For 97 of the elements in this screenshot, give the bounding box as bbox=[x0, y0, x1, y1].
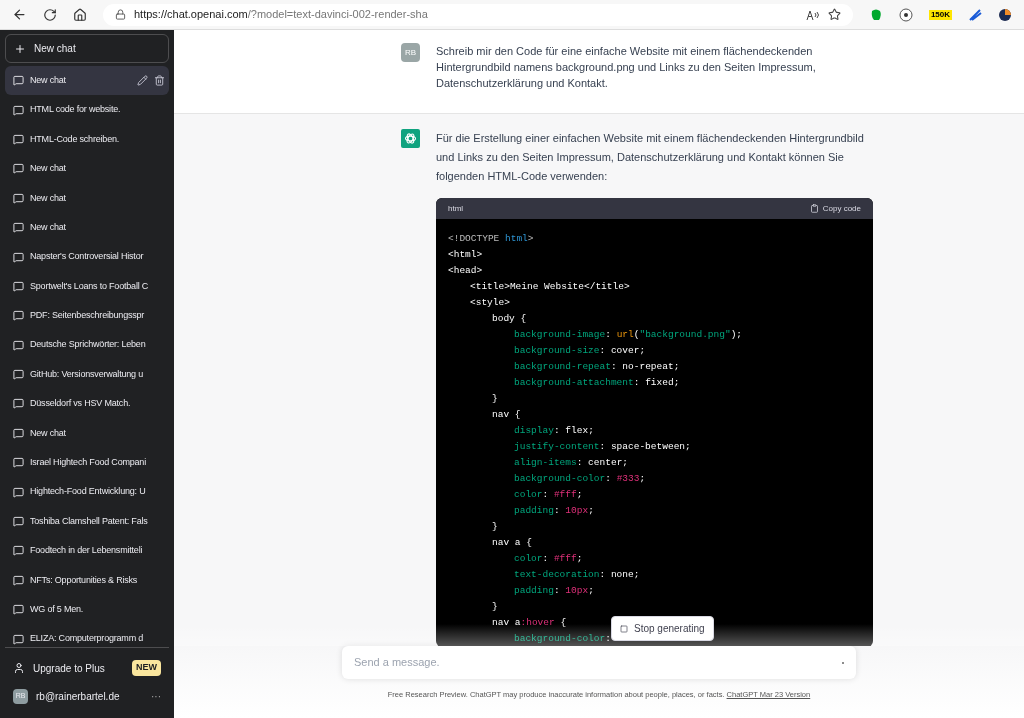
chat-history-item[interactable]: New chat bbox=[5, 418, 169, 449]
chat-icon bbox=[13, 369, 24, 381]
code-line: <html> bbox=[448, 248, 483, 262]
chat-history-item[interactable]: Israel Hightech Food Compani bbox=[5, 448, 169, 478]
code-language-label: html bbox=[448, 202, 464, 215]
user-icon bbox=[13, 662, 25, 674]
reload-icon[interactable] bbox=[43, 7, 57, 22]
chat-icon bbox=[13, 339, 24, 351]
code-line: <style> bbox=[470, 296, 510, 310]
chat-icon bbox=[13, 75, 24, 87]
chat-history-item[interactable]: NFTs: Opportunities & Risks bbox=[5, 565, 169, 596]
chat-history-item[interactable]: HTML code for website. bbox=[5, 95, 169, 125]
code-line: nav a { bbox=[492, 536, 532, 550]
chat-history-item[interactable]: New chat bbox=[5, 66, 169, 96]
chat-icon bbox=[13, 545, 24, 557]
chat-icon bbox=[13, 486, 24, 498]
code-line: } bbox=[492, 520, 498, 534]
user-avatar: RB bbox=[401, 43, 420, 62]
chat-history-item[interactable]: Sportwelt's Loans to Football C bbox=[5, 271, 169, 302]
favorite-icon[interactable] bbox=[827, 8, 841, 21]
chat-icon bbox=[13, 633, 24, 645]
back-icon[interactable] bbox=[12, 7, 27, 22]
chat-history-item[interactable]: Napster's Controversial Histor bbox=[5, 242, 169, 272]
code-line: justify-content: space-between; bbox=[514, 440, 691, 454]
chat-icon bbox=[13, 192, 24, 204]
chat-icon bbox=[13, 457, 24, 469]
message-input[interactable]: Send a message. bbox=[342, 646, 856, 679]
chat-history-item[interactable]: ELIZA: Computerprogramm d bbox=[5, 624, 169, 647]
stop-generating-button[interactable]: Stop generating bbox=[611, 616, 714, 641]
code-line: background-size: cover; bbox=[514, 344, 646, 358]
new-chat-button[interactable]: New chat bbox=[5, 34, 169, 63]
code-line: background-repeat: no-repeat; bbox=[514, 360, 680, 374]
chat-icon bbox=[13, 104, 24, 116]
chat-history-item[interactable]: New chat bbox=[5, 212, 169, 243]
pen-icon[interactable] bbox=[968, 7, 982, 22]
assistant-logo-icon bbox=[401, 129, 420, 148]
circle-icon[interactable] bbox=[898, 7, 913, 22]
code-line: } bbox=[492, 392, 498, 406]
edit-icon[interactable] bbox=[137, 75, 148, 87]
code-line: background-color: bbox=[514, 632, 611, 646]
code-line: align-items: center; bbox=[514, 456, 629, 470]
chat-history-item[interactable]: WG of 5 Men. bbox=[5, 595, 169, 625]
chat-icon bbox=[13, 133, 24, 145]
code-line: display: flex; bbox=[514, 424, 594, 438]
chat-history-item[interactable]: PDF: Seitenbeschreibungsspr bbox=[5, 301, 169, 331]
chat-icon bbox=[13, 574, 24, 586]
chat-icon bbox=[13, 398, 24, 410]
chat-icon bbox=[13, 251, 24, 263]
code-line: nav { bbox=[492, 408, 521, 422]
chat-history-item[interactable]: Hightech-Food Entwicklung: U bbox=[5, 477, 169, 507]
delete-icon[interactable] bbox=[154, 75, 165, 87]
chat-history-item[interactable]: GitHub: Versionsverwaltung u bbox=[5, 359, 169, 390]
code-line: padding: 10px; bbox=[514, 504, 594, 518]
chat-history-item[interactable]: Foodtech in der Lebensmitteli bbox=[5, 536, 169, 566]
address-bar[interactable]: https://chat.openai.com/?model=text-davinci-002-render-sha bbox=[103, 3, 853, 26]
code-line: background-image: url("background.png"); bbox=[514, 328, 743, 342]
code-line: <title>Meine Website</title> bbox=[470, 280, 630, 294]
stop-icon bbox=[620, 624, 628, 633]
chat-icon bbox=[13, 310, 24, 322]
code-line: padding: 10px; bbox=[514, 584, 594, 598]
chat-icon bbox=[13, 222, 24, 234]
plus-icon bbox=[14, 42, 26, 55]
message-input-field[interactable]: Send a message. bbox=[354, 654, 842, 671]
chat-history-item[interactable]: Toshiba Clamshell Patent: Fals bbox=[5, 506, 169, 537]
chat-history-item[interactable]: New chat bbox=[5, 154, 169, 184]
message-text: Für die Erstellung einer einfachen Website mit einem flächendeckenden Hintergrundbild und Links zu den Seiten Impressum, Datenschutzerklärung und Kontakt können Sie folgenden HTML-Code verwenden: bbox=[436, 131, 865, 184]
chat-icon bbox=[13, 604, 24, 616]
chat-icon bbox=[13, 163, 24, 175]
url-text: https://chat.openai.com/?model=text-davinci-002-render-sha bbox=[134, 7, 428, 23]
copy-code-button[interactable]: Copy code bbox=[809, 202, 861, 215]
new-badge: NEW bbox=[132, 660, 161, 676]
code-line: <!DOCTYPE html> bbox=[448, 232, 534, 246]
message-text: Schreib mir den Code für eine einfache Website mit einem flächendeckenden Hintergrundbild namens background.png und Links zu den Seiten Impressum, Datenschutzerklärung und Kontakt. bbox=[436, 44, 817, 91]
chat-icon bbox=[13, 516, 24, 528]
clipboard-icon bbox=[809, 204, 819, 213]
chat-icon bbox=[13, 280, 24, 292]
code-line: text-decoration: none; bbox=[514, 568, 640, 582]
more-menu[interactable]: ··· bbox=[151, 688, 161, 704]
upgrade-item[interactable]: Upgrade to Plus NEW bbox=[5, 654, 169, 682]
circle-logo-icon[interactable] bbox=[998, 7, 1012, 22]
code-line: <head> bbox=[448, 264, 483, 278]
lock-icon bbox=[115, 9, 126, 20]
code-line: color: #fff; bbox=[514, 552, 583, 566]
code-line: background-color: #333; bbox=[514, 472, 646, 486]
code-line: } bbox=[492, 600, 498, 614]
chat-icon bbox=[13, 427, 24, 439]
extension-badge[interactable]: 150K bbox=[928, 9, 952, 20]
chat-history-item[interactable]: New chat bbox=[5, 183, 169, 213]
chat-history-item[interactable]: Deutsche Sprichwörter: Leben bbox=[5, 330, 169, 360]
chat-history-item[interactable]: HTML-Code schreiben. bbox=[5, 124, 169, 155]
chat-history-item[interactable]: Düsseldorf vs HSV Match. bbox=[5, 389, 169, 419]
read-aloud-icon[interactable] bbox=[805, 8, 820, 21]
code-line: color: #fff; bbox=[514, 488, 583, 502]
home-icon[interactable] bbox=[73, 7, 87, 22]
code-line: body { bbox=[492, 312, 527, 326]
code-line: background-attachment: fixed; bbox=[514, 376, 680, 390]
code-line: nav a:hover { bbox=[492, 616, 567, 630]
